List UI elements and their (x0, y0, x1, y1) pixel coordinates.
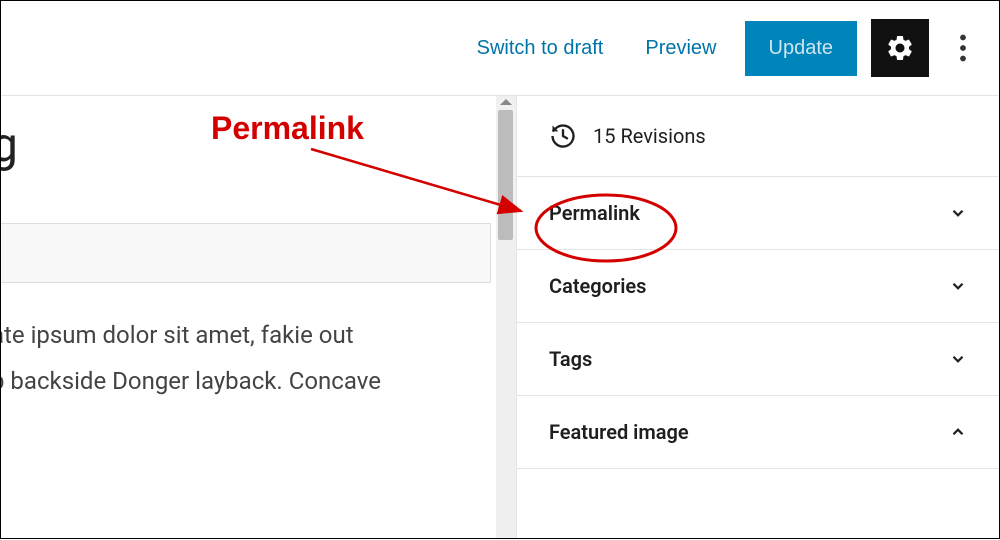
scroll-up-arrow-icon (500, 99, 512, 105)
editor-scrollbar[interactable] (496, 96, 516, 538)
panel-tags[interactable]: Tags (517, 323, 999, 396)
panel-label-categories: Categories (549, 274, 646, 298)
scrollbar-thumb[interactable] (498, 110, 513, 240)
preview-button[interactable]: Preview (631, 27, 730, 70)
chevron-down-icon (949, 204, 967, 222)
panel-categories[interactable]: Categories (517, 250, 999, 323)
chevron-up-icon (949, 423, 967, 441)
content-wrap: g ate ipsum dolor sit amet, fakie out p … (1, 96, 999, 538)
revisions-row[interactable]: 15 Revisions (517, 96, 999, 177)
switch-to-draft-button[interactable]: Switch to draft (463, 27, 618, 70)
panel-permalink[interactable]: Permalink (517, 177, 999, 250)
settings-button[interactable] (871, 19, 929, 77)
more-vertical-icon (959, 34, 967, 62)
chevron-down-icon (949, 277, 967, 295)
annotation-label: Permalink (211, 110, 364, 147)
panel-featured-image[interactable]: Featured image (517, 396, 999, 469)
editor-top-toolbar: Switch to draft Preview Update (1, 1, 999, 96)
update-button[interactable]: Update (745, 21, 858, 76)
history-icon (549, 122, 577, 150)
gear-icon (885, 33, 915, 63)
block-placeholder[interactable] (1, 223, 491, 283)
more-options-button[interactable] (943, 19, 983, 77)
settings-sidebar: 15 Revisions Permalink Categories Tags F… (517, 96, 999, 538)
panel-label-permalink: Permalink (549, 201, 640, 225)
panel-label-tags: Tags (549, 347, 592, 371)
chevron-down-icon (949, 350, 967, 368)
post-body[interactable]: ate ipsum dolor sit amet, fakie out p ba… (1, 313, 516, 404)
panel-label-featured-image: Featured image (549, 420, 689, 444)
editor-canvas[interactable]: g ate ipsum dolor sit amet, fakie out p … (1, 96, 517, 538)
revisions-label: 15 Revisions (593, 124, 706, 148)
